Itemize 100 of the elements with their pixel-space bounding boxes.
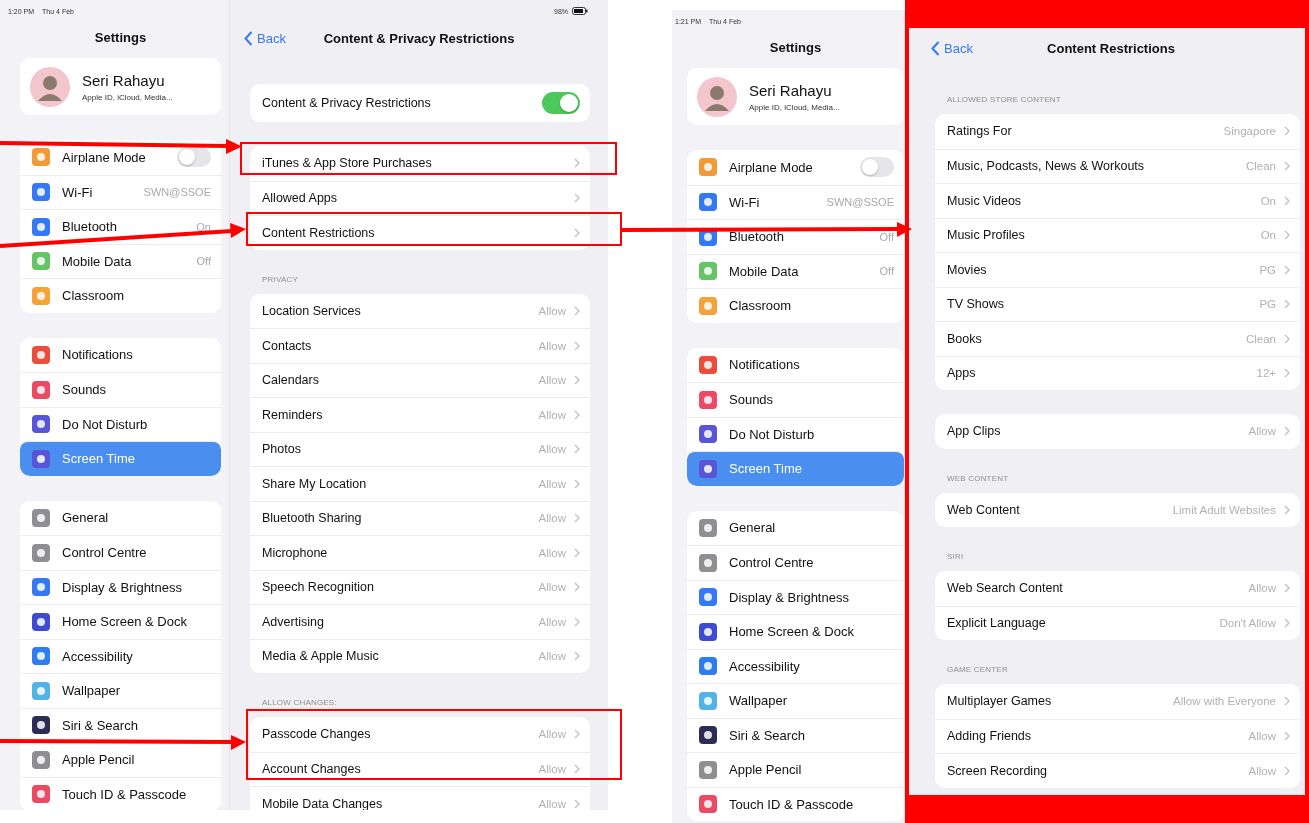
settings-row[interactable]: Content Restrictions: [250, 215, 590, 250]
profile-card[interactable]: Seri Rahayu Apple ID, iCloud, Media...: [20, 58, 221, 115]
sidebar-item[interactable]: Wallpaper: [687, 683, 904, 718]
settings-row[interactable]: Music Profiles On: [935, 217, 1300, 252]
profile-card[interactable]: Seri Rahayu Apple ID, iCloud, Media...: [687, 68, 904, 125]
settings-row[interactable]: Photos Allow: [250, 431, 590, 466]
settings-row[interactable]: Reminders Allow: [250, 397, 590, 432]
settings-row[interactable]: Speech Recognition Allow: [250, 569, 590, 604]
chevron-right-icon: [574, 729, 580, 740]
settings-row[interactable]: Movies PG: [935, 252, 1300, 287]
sidebar-item[interactable]: Display & Brightness: [20, 569, 221, 604]
row-value: Allow: [538, 443, 566, 456]
settings-row[interactable]: Calendars Allow: [250, 362, 590, 397]
settings-row[interactable]: Microphone Allow: [250, 535, 590, 570]
sidebar-item[interactable]: Accessibility: [687, 648, 904, 683]
sidebar-item[interactable]: Notifications: [20, 337, 221, 372]
item-label: Control Centre: [62, 545, 148, 561]
sidebar-item[interactable]: Accessibility: [20, 638, 221, 673]
sidebar-item[interactable]: Notifications: [687, 347, 904, 382]
settings-row[interactable]: Music, Podcasts, News & Workouts Clean: [935, 148, 1300, 183]
sidebar-item[interactable]: Apple Pencil: [687, 752, 904, 787]
chevron-right-icon: [574, 340, 580, 351]
chevron-left-icon: [244, 30, 253, 46]
sidebar-item[interactable]: Airplane Mode: [20, 140, 221, 175]
row-value: Allow: [538, 304, 566, 317]
row-value: Allow: [538, 477, 566, 490]
settings-row[interactable]: Location Services Allow: [250, 293, 590, 328]
settings-row[interactable]: Apps 12+: [935, 355, 1300, 390]
settings-row[interactable]: Adding Friends Allow: [935, 718, 1300, 753]
settings-row[interactable]: Content & Privacy Restrictions: [250, 84, 590, 122]
row-label: Media & Apple Music: [262, 649, 380, 664]
row-label: Adding Friends: [947, 729, 1033, 744]
back-button[interactable]: Back: [931, 40, 973, 56]
toggle-switch[interactable]: [860, 157, 894, 178]
settings-row[interactable]: Multiplayer Games Allow with Everyone: [935, 684, 1300, 719]
sidebar-item[interactable]: Airplane Mode: [687, 150, 904, 185]
row-label: Allowed Apps: [262, 191, 339, 206]
settings-row[interactable]: iTunes & App Store Purchases: [250, 146, 590, 181]
settings-row[interactable]: Mobile Data Changes Allow: [250, 786, 590, 810]
settings-row[interactable]: Account Changes Allow: [250, 751, 590, 786]
row-label: Music Videos: [947, 193, 1023, 208]
settings-row[interactable]: Share My Location Allow: [250, 466, 590, 501]
settings-row[interactable]: Web Search Content Allow: [935, 571, 1300, 606]
sidebar-item[interactable]: Touch ID & Passcode: [687, 786, 904, 821]
sidebar-item[interactable]: Wi-Fi SWN@SSOE: [20, 174, 221, 209]
settings-row[interactable]: TV Shows PG: [935, 286, 1300, 321]
item-label: Sounds: [729, 392, 775, 408]
settings-row[interactable]: Media & Apple Music Allow: [250, 638, 590, 673]
row-label: Books: [947, 331, 983, 346]
row-value: Limit Adult Websites: [1172, 503, 1276, 516]
toggle-switch[interactable]: [542, 92, 580, 114]
settings-row[interactable]: Contacts Allow: [250, 328, 590, 363]
chevron-right-icon: [1284, 583, 1290, 594]
row-value: Allow: [538, 581, 566, 594]
item-label: General: [729, 520, 777, 536]
sidebar-item[interactable]: Display & Brightness: [687, 579, 904, 614]
settings-row[interactable]: Allowed Apps: [250, 180, 590, 215]
settings-row[interactable]: Bluetooth Sharing Allow: [250, 500, 590, 535]
sidebar-item[interactable]: Sounds: [20, 372, 221, 407]
sidebar-item[interactable]: Bluetooth On: [20, 209, 221, 244]
settings-row[interactable]: Books Clean: [935, 321, 1300, 356]
sidebar-item[interactable]: Apple Pencil: [20, 742, 221, 777]
back-button[interactable]: Back: [244, 30, 286, 46]
sidebar-item[interactable]: Mobile Data Off: [20, 243, 221, 278]
sidebar-item[interactable]: General: [20, 500, 221, 535]
settings-row[interactable]: App Clips Allow: [935, 414, 1300, 449]
sidebar-item[interactable]: Sounds: [687, 382, 904, 417]
settings-row[interactable]: Ratings For Singapore: [935, 114, 1300, 149]
row-label: Multiplayer Games: [947, 694, 1053, 709]
item-label: Display & Brightness: [62, 579, 183, 595]
sidebar-item[interactable]: Mobile Data Off: [687, 253, 904, 288]
settings-row[interactable]: Explicit Language Don't Allow: [935, 605, 1300, 640]
item-label: Classroom: [729, 298, 793, 314]
sidebar-item[interactable]: Siri & Search: [20, 707, 221, 742]
sidebar-item[interactable]: Classroom: [687, 288, 904, 323]
sidebar-item[interactable]: General: [687, 510, 904, 545]
sidebar-item[interactable]: Wi-Fi SWN@SSOE: [687, 184, 904, 219]
settings-row[interactable]: Passcode Changes Allow: [250, 717, 590, 752]
sidebar-item[interactable]: Home Screen & Dock: [687, 614, 904, 649]
row-label: Ratings For: [947, 124, 1013, 139]
sidebar-item[interactable]: Classroom: [20, 278, 221, 313]
settings-row[interactable]: Screen Recording Allow: [935, 753, 1300, 788]
sidebar-item[interactable]: Touch ID & Passcode: [20, 776, 221, 810]
sidebar-item[interactable]: Wallpaper: [20, 673, 221, 708]
battery-icon: [572, 7, 588, 15]
item-value: Off: [879, 230, 894, 243]
chevron-right-icon: [574, 193, 580, 204]
item-label: General: [62, 510, 110, 526]
settings-row[interactable]: Music Videos On: [935, 183, 1300, 218]
sidebar-item[interactable]: Control Centre: [20, 535, 221, 570]
sidebar-item[interactable]: Siri & Search: [687, 717, 904, 752]
toggle-switch[interactable]: [177, 147, 211, 168]
item-label: Accessibility: [729, 658, 801, 674]
settings-row[interactable]: Advertising Allow: [250, 604, 590, 639]
sidebar-title: Settings: [768, 39, 823, 57]
row-label: Contacts: [262, 338, 313, 353]
settings-row[interactable]: Web Content Limit Adult Websites: [935, 492, 1300, 527]
sidebar-item[interactable]: Home Screen & Dock: [20, 604, 221, 639]
item-label: Wallpaper: [729, 693, 789, 709]
sidebar-item[interactable]: Control Centre: [687, 545, 904, 580]
